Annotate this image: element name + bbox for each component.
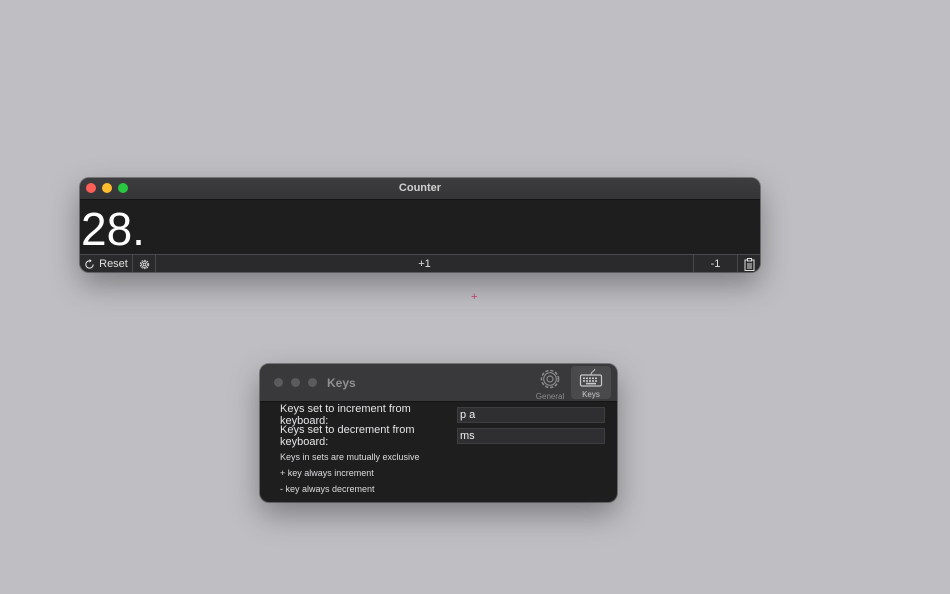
reset-icon — [84, 258, 95, 270]
keys-settings-content: Keys set to increment from keyboard: p a… — [260, 402, 617, 497]
counter-titlebar[interactable]: Counter — [80, 178, 760, 200]
keyboard-icon — [579, 366, 603, 390]
gear-icon — [138, 258, 151, 271]
increment-keys-field[interactable]: p a — [457, 406, 605, 423]
copy-button[interactable] — [738, 255, 760, 272]
clipboard-icon — [744, 257, 755, 271]
increment-button[interactable]: +1 — [156, 255, 694, 272]
notes: Keys in sets are mutually exclusive + ke… — [280, 449, 617, 497]
count-value: 28. — [80, 200, 760, 255]
tab-keys-label: Keys — [582, 390, 600, 399]
window-title: Counter — [398, 182, 442, 194]
decrement-button[interactable]: -1 — [694, 255, 738, 272]
settings-button[interactable] — [133, 255, 156, 272]
keys-titlebar[interactable]: Keys General Keys — [260, 364, 617, 402]
minimize-button[interactable] — [291, 378, 300, 387]
window-title: Keys — [327, 376, 356, 390]
tab-keys[interactable]: Keys — [571, 366, 611, 399]
increment-keys-row: Keys set to increment from keyboard: p a — [280, 403, 617, 427]
note-text: + key always increment — [280, 468, 374, 478]
crosshair-cursor: + — [471, 291, 478, 303]
tab-general-label: General — [535, 392, 565, 401]
close-button[interactable] — [274, 378, 283, 387]
zoom-button[interactable] — [308, 378, 317, 387]
decrement-keys-label: Keys set to decrement from keyboard: — [280, 423, 415, 448]
gear-icon — [539, 366, 561, 392]
keys-preferences-window: Keys General Keys Keys set to increment … — [260, 364, 617, 502]
decrement-keys-row: Keys set to decrement from keyboard: ms — [280, 423, 617, 448]
decrement-keys-field[interactable]: ms — [457, 427, 605, 444]
tab-general[interactable]: General — [530, 366, 570, 401]
counter-toolbar: Reset +1 -1 — [80, 254, 760, 272]
reset-label: Reset — [99, 258, 128, 270]
reset-button[interactable]: Reset — [80, 255, 133, 272]
counter-window: Counter 28. Reset +1 -1 — [80, 178, 760, 272]
note-text: - key always decrement — [280, 484, 375, 494]
window-controls-inactive — [274, 378, 317, 387]
note-text: Keys in sets are mutually exclusive — [280, 452, 420, 462]
